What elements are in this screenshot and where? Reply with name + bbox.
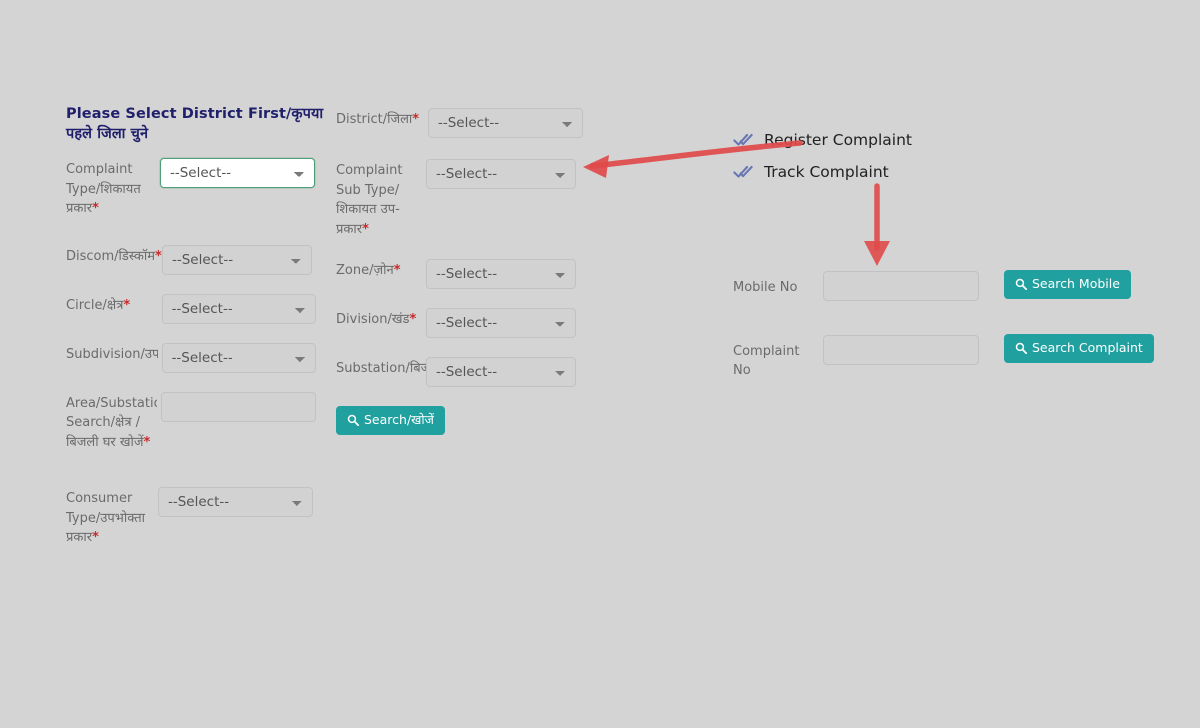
- page-root: Please Select District First/कृपया पहले …: [0, 0, 1200, 728]
- link-track-complaint-label: Track Complaint: [764, 163, 889, 181]
- substation-select[interactable]: --Select--: [426, 357, 576, 387]
- label-consumer-type: Consumer Type/उपभोक्ता प्रकार*: [66, 491, 145, 545]
- label-circle: Circle/क्षेत्र*: [66, 297, 131, 313]
- area-substation-search-input[interactable]: [161, 391, 316, 422]
- double-check-icon: [733, 164, 753, 180]
- field-circle: Circle/क्षेत्र* --Select--: [66, 293, 316, 324]
- label-complaint-type: Complaint Type/शिकायत प्रकार*: [66, 162, 141, 216]
- complaint-sub-type-select[interactable]: --Select--: [426, 159, 576, 189]
- page-title: Please Select District First/कृपया पहले …: [66, 106, 324, 142]
- label-district: District/जिला*: [336, 112, 420, 127]
- search-complaint-button-label: Search Complaint: [1032, 340, 1143, 355]
- discom-select[interactable]: --Select--: [162, 244, 312, 275]
- field-district: District/जिला* --Select--: [336, 108, 586, 138]
- zone-select[interactable]: --Select--: [426, 259, 576, 289]
- field-discom: Discom/डिस्कॉम* --Select--: [66, 244, 316, 275]
- link-register-complaint-label: Register Complaint: [764, 131, 912, 149]
- link-track-complaint[interactable]: Track Complaint: [733, 156, 1153, 188]
- field-area-substation-search: Area/Substation Search/क्षेत्र / बिजली घ…: [66, 391, 316, 453]
- search-icon: [1015, 342, 1027, 355]
- double-check-icon: [733, 132, 753, 148]
- label-zone: Zone/ज़ोन*: [336, 263, 401, 278]
- consumer-type-select[interactable]: --Select--: [158, 487, 313, 517]
- search-button[interactable]: Search/खोजें: [336, 406, 445, 435]
- mobile-no-input[interactable]: [823, 271, 979, 301]
- field-consumer-type: Consumer Type/उपभोक्ता प्रकार* --Select-…: [66, 487, 316, 548]
- arrow-to-mobile-no: [864, 183, 890, 266]
- complaint-type-select[interactable]: --Select--: [160, 158, 315, 188]
- search-icon: [347, 414, 359, 427]
- label-subdivision: Subdivision/उपखंड*: [66, 346, 158, 362]
- field-division: Division/खंड* --Select--: [336, 308, 586, 338]
- search-complaint-button[interactable]: Search Complaint: [1004, 334, 1154, 363]
- search-icon: [1015, 278, 1027, 291]
- field-complaint-type: Complaint Type/शिकायत प्रकार* --Select--: [66, 158, 316, 219]
- district-select[interactable]: --Select--: [428, 108, 583, 138]
- label-discom: Discom/डिस्कॉम*: [66, 248, 162, 264]
- label-complaint-no: Complaint No: [733, 344, 800, 378]
- division-select[interactable]: --Select--: [426, 308, 576, 338]
- label-area-substation-search: Area/Substation Search/क्षेत्र / बिजली घ…: [66, 395, 157, 450]
- field-zone: Zone/ज़ोन* --Select--: [336, 259, 586, 289]
- circle-select[interactable]: --Select--: [161, 293, 316, 324]
- search-mobile-button[interactable]: Search Mobile: [1004, 270, 1131, 299]
- complaint-no-input[interactable]: [823, 335, 979, 365]
- subdivision-select[interactable]: --Select--: [161, 342, 316, 373]
- left-form-column: Please Select District First/कृपया पहले …: [66, 104, 323, 548]
- field-complaint-sub-type: Complaint Sub Type/शिकायत उप-प्रकार* --S…: [336, 159, 586, 239]
- label-substation: Substation/बिजली घर*: [336, 361, 426, 376]
- field-substation: Substation/बिजली घर* --Select--: [336, 357, 586, 387]
- label-mobile-no: Mobile No: [733, 280, 798, 295]
- label-division: Division/खंड*: [336, 312, 417, 327]
- complaint-links-panel: Register Complaint Track Complaint: [733, 124, 1153, 188]
- mid-form-column: District/जिला* --Select-- Complaint Sub …: [336, 104, 586, 435]
- label-complaint-sub-type: Complaint Sub Type/शिकायत उप-प्रकार*: [336, 163, 403, 237]
- search-button-label: Search/खोजें: [364, 412, 434, 427]
- field-subdivision: Subdivision/उपखंड* --Select--: [66, 342, 316, 373]
- link-register-complaint[interactable]: Register Complaint: [733, 124, 1153, 156]
- search-mobile-button-label: Search Mobile: [1032, 276, 1120, 291]
